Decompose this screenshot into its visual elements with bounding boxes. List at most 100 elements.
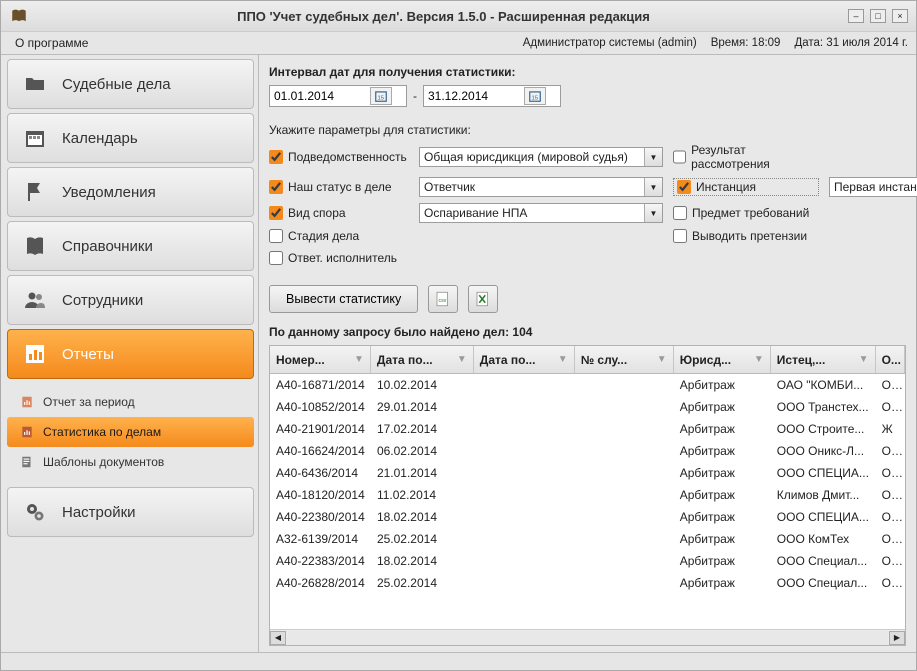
combo-jurisdiction[interactable]: Общая юрисдикция (мировой судья)▼ bbox=[419, 147, 663, 167]
col-date2[interactable]: Дата по...▼ bbox=[474, 346, 575, 373]
combo-instance[interactable]: Первая инстанция bbox=[829, 177, 917, 197]
jurisdiction-label: Подведомственность bbox=[288, 150, 407, 164]
table-row[interactable]: A40-16871/201410.02.2014АрбитражОАО "КОМ… bbox=[270, 374, 905, 396]
horizontal-scrollbar[interactable]: ◀ ▶ bbox=[270, 629, 905, 645]
cell-jurisdiction: Арбитраж bbox=[674, 444, 771, 458]
result-label: Результат рассмотрения bbox=[691, 143, 819, 171]
folder-icon bbox=[22, 71, 48, 97]
chk-responsible[interactable] bbox=[269, 251, 283, 265]
filter-icon[interactable]: ▼ bbox=[859, 354, 869, 365]
date-separator: - bbox=[413, 89, 417, 103]
cell-plaintiff: ООО Специал... bbox=[771, 554, 876, 568]
chk-jurisdiction[interactable] bbox=[269, 150, 283, 164]
responsible-label: Ответ. исполнитель bbox=[288, 251, 397, 265]
date-to-field[interactable]: 15 bbox=[423, 85, 561, 107]
sidebar-item-directories[interactable]: Справочники bbox=[7, 221, 254, 271]
scroll-track[interactable] bbox=[287, 631, 888, 645]
filter-icon[interactable]: ▼ bbox=[354, 354, 364, 365]
svg-text:15: 15 bbox=[378, 96, 384, 102]
table-row[interactable]: A40-10852/201429.01.2014АрбитражООО Тран… bbox=[270, 396, 905, 418]
sidebar-item-cases[interactable]: Судебные дела bbox=[7, 59, 254, 109]
combo-dispute[interactable]: Оспаривание НПА▼ bbox=[419, 203, 663, 223]
sidebar-item-employees[interactable]: Сотрудники bbox=[7, 275, 254, 325]
cell-jurisdiction: Арбитраж bbox=[674, 488, 771, 502]
col-service[interactable]: № слу...▼ bbox=[575, 346, 674, 373]
sub-item-case-stats[interactable]: Статистика по делам bbox=[7, 417, 254, 447]
table-row[interactable]: A40-16624/201406.02.2014АрбитражООО Оник… bbox=[270, 440, 905, 462]
chk-instance[interactable] bbox=[677, 180, 691, 194]
cell-jurisdiction: Арбитраж bbox=[674, 576, 771, 590]
export-csv-button[interactable]: csv bbox=[428, 285, 458, 313]
menu-about[interactable]: О программе bbox=[9, 34, 94, 52]
table-row[interactable]: A40-18120/201411.02.2014АрбитражКлимов Д… bbox=[270, 484, 905, 506]
cell-number: A40-18120/2014 bbox=[270, 488, 371, 502]
filter-icon[interactable]: ▼ bbox=[657, 354, 667, 365]
cell-o: ОС bbox=[876, 554, 905, 568]
stage-label: Стадия дела bbox=[288, 229, 359, 243]
chk-dispute[interactable] bbox=[269, 206, 283, 220]
sub-item-templates[interactable]: Шаблоны документов bbox=[7, 447, 254, 477]
chevron-down-icon[interactable]: ▼ bbox=[644, 178, 662, 196]
results-table: Номер...▼ Дата по...▼ Дата по...▼ № слу.… bbox=[269, 345, 906, 646]
cell-plaintiff: ОАО "КОМБИ... bbox=[771, 378, 876, 392]
chk-status[interactable] bbox=[269, 180, 283, 194]
sidebar-item-reports[interactable]: Отчеты bbox=[7, 329, 254, 379]
close-button[interactable]: × bbox=[892, 9, 908, 23]
filter-icon[interactable]: ▼ bbox=[754, 354, 764, 365]
date-from-field[interactable]: 15 bbox=[269, 85, 407, 107]
filter-icon[interactable]: ▼ bbox=[457, 354, 467, 365]
table-row[interactable]: A40-26828/201425.02.2014АрбитражООО Спец… bbox=[270, 572, 905, 594]
date-to-input[interactable] bbox=[428, 89, 524, 103]
table-body: A40-16871/201410.02.2014АрбитражОАО "КОМ… bbox=[270, 374, 905, 629]
cell-plaintiff: ООО Оникс-Л... bbox=[771, 444, 876, 458]
cell-number: A40-21901/2014 bbox=[270, 422, 371, 436]
chk-stage[interactable] bbox=[269, 229, 283, 243]
chk-result[interactable] bbox=[673, 150, 686, 164]
maximize-button[interactable]: □ bbox=[870, 9, 886, 23]
table-row[interactable]: A40-22383/201418.02.2014АрбитражООО Спец… bbox=[270, 550, 905, 572]
col-o[interactable]: О... bbox=[876, 346, 905, 373]
main-panel: Интервал дат для получения статистики: 1… bbox=[259, 55, 916, 652]
minimize-button[interactable]: – bbox=[848, 9, 864, 23]
scroll-left-button[interactable]: ◀ bbox=[270, 631, 286, 645]
sidebar-item-notifications[interactable]: Уведомления bbox=[7, 167, 254, 217]
table-row[interactable]: A40-6436/201421.01.2014АрбитражООО СПЕЦИ… bbox=[270, 462, 905, 484]
combo-status[interactable]: Ответчик▼ bbox=[419, 177, 663, 197]
sidebar-item-settings[interactable]: Настройки bbox=[7, 487, 254, 537]
export-excel-button[interactable] bbox=[468, 285, 498, 313]
scroll-right-button[interactable]: ▶ bbox=[889, 631, 905, 645]
gear-icon bbox=[22, 499, 48, 525]
calendar-icon bbox=[22, 125, 48, 151]
app-icon bbox=[9, 6, 29, 26]
stats-icon bbox=[19, 424, 35, 440]
cell-plaintiff: Климов Дмит... bbox=[771, 488, 876, 502]
chevron-down-icon[interactable]: ▼ bbox=[644, 204, 662, 222]
svg-text:csv: csv bbox=[439, 298, 447, 304]
sub-nav-reports: Отчет за период Статистика по делам Шабл… bbox=[7, 383, 254, 487]
chk-subject[interactable] bbox=[673, 206, 687, 220]
col-plaintiff[interactable]: Истец,...▼ bbox=[771, 346, 876, 373]
table-row[interactable]: A32-6139/201425.02.2014АрбитражООО КомТе… bbox=[270, 528, 905, 550]
chk-claims[interactable] bbox=[673, 229, 687, 243]
cell-plaintiff: ООО Строите... bbox=[771, 422, 876, 436]
table-row[interactable]: A40-22380/201418.02.2014АрбитражООО СПЕЦ… bbox=[270, 506, 905, 528]
calendar-button-from[interactable]: 15 bbox=[370, 87, 392, 105]
table-row[interactable]: A40-21901/201417.02.2014АрбитражООО Стро… bbox=[270, 418, 905, 440]
date-from-input[interactable] bbox=[274, 89, 370, 103]
col-date1[interactable]: Дата по...▼ bbox=[371, 346, 474, 373]
col-jurisdiction[interactable]: Юрисд...▼ bbox=[674, 346, 771, 373]
sidebar-item-calendar[interactable]: Календарь bbox=[7, 113, 254, 163]
col-number[interactable]: Номер...▼ bbox=[270, 346, 371, 373]
cell-jurisdiction: Арбитраж bbox=[674, 510, 771, 524]
cell-plaintiff: ООО Транстех... bbox=[771, 400, 876, 414]
sidebar-item-label: Сотрудники bbox=[62, 292, 143, 309]
calendar-button-to[interactable]: 15 bbox=[524, 87, 546, 105]
table-header: Номер...▼ Дата по...▼ Дата по...▼ № слу.… bbox=[270, 346, 905, 374]
chevron-down-icon[interactable]: ▼ bbox=[644, 148, 662, 166]
cell-date1: 10.02.2014 bbox=[371, 378, 474, 392]
cell-date1: 21.01.2014 bbox=[371, 466, 474, 480]
subject-label: Предмет требований bbox=[692, 206, 809, 220]
run-stats-button[interactable]: Вывести статистику bbox=[269, 285, 418, 313]
sub-item-period-report[interactable]: Отчет за период bbox=[7, 387, 254, 417]
filter-icon[interactable]: ▼ bbox=[558, 354, 568, 365]
